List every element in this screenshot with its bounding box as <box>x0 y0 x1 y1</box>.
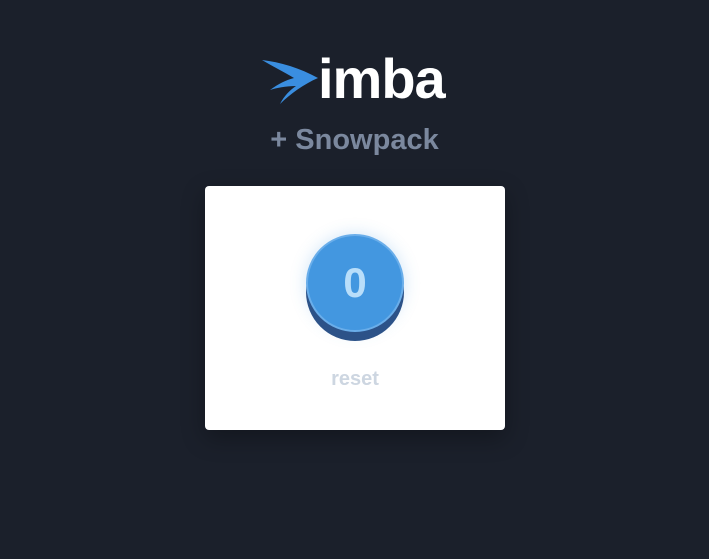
brand-name: imba <box>318 47 446 110</box>
subtitle: + Snowpack <box>270 124 439 156</box>
reset-button[interactable]: reset <box>205 368 505 391</box>
counter-button[interactable]: 0 <box>306 234 404 332</box>
counter-card: 0 reset <box>205 186 505 430</box>
imba-logo: imba <box>260 51 446 108</box>
imba-wing-icon <box>262 60 318 104</box>
